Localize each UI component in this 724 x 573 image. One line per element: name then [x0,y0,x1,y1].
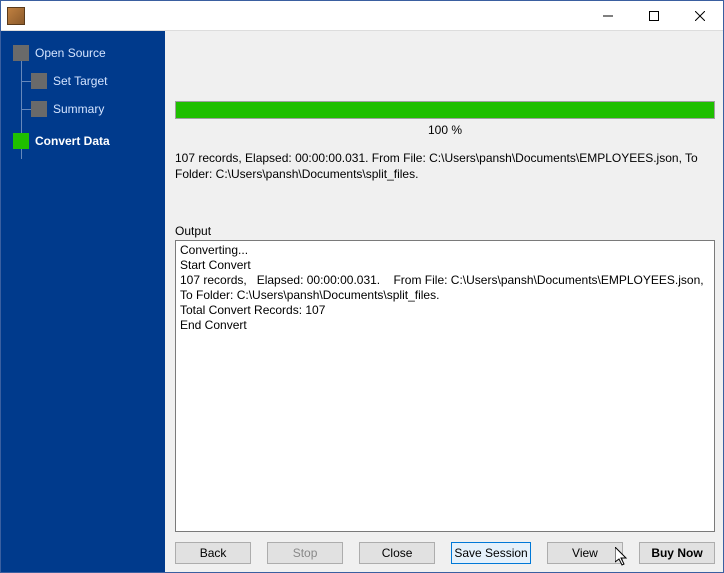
stop-button[interactable]: Stop [267,542,343,564]
sidebar-item-open-source[interactable]: Open Source [1,39,165,67]
sidebar-item-label: Summary [53,102,104,116]
sidebar-item-label: Open Source [35,46,106,60]
titlebar [1,1,723,31]
sidebar-item-label: Convert Data [35,134,110,148]
step-box-icon [13,45,29,61]
close-button[interactable]: Close [359,542,435,564]
buy-now-button[interactable]: Buy Now [639,542,715,564]
progress-percent: 100 % [175,123,715,137]
app-icon [7,7,25,25]
sidebar-item-convert-data[interactable]: Convert Data [1,127,165,155]
button-row: Back Stop Close Save Session View Buy No… [175,532,715,564]
maximize-button[interactable] [631,1,677,31]
sidebar-item-label: Set Target [53,74,107,88]
minimize-button[interactable] [585,1,631,31]
view-button[interactable]: View [547,542,623,564]
progress-area: 100 % [175,39,715,137]
conversion-summary: 107 records, Elapsed: 00:00:00.031. From… [175,151,715,182]
minimize-icon [603,11,613,21]
maximize-icon [649,11,659,21]
sidebar: Open Source Set Target Summary Convert D… [1,31,165,572]
sidebar-item-summary[interactable]: Summary [1,95,165,123]
back-button[interactable]: Back [175,542,251,564]
output-textbox[interactable] [175,240,715,532]
main-panel: 100 % 107 records, Elapsed: 00:00:00.031… [165,31,723,572]
close-window-button[interactable] [677,1,723,31]
progress-bar [175,101,715,119]
app-window: Open Source Set Target Summary Convert D… [0,0,724,573]
output-label: Output [175,224,715,238]
save-session-button[interactable]: Save Session [451,542,531,564]
window-body: Open Source Set Target Summary Convert D… [1,31,723,572]
step-box-icon [31,73,47,89]
step-box-icon [31,101,47,117]
close-icon [695,11,705,21]
sidebar-item-set-target[interactable]: Set Target [1,67,165,95]
step-box-icon [13,133,29,149]
